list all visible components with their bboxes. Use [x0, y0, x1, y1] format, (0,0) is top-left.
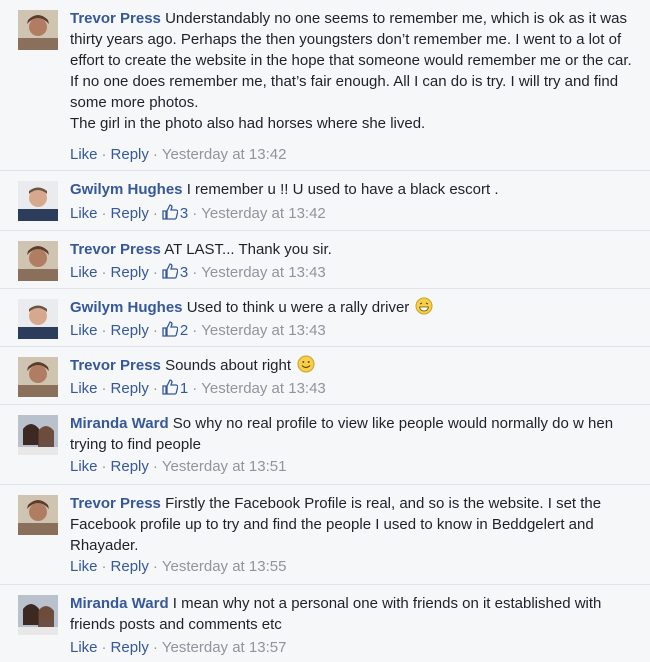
reaction-count[interactable]: 2	[162, 321, 188, 339]
reply-link[interactable]: Reply	[111, 146, 149, 163]
avatar[interactable]	[18, 241, 58, 281]
comment-body: Trevor Press Understandably no one seems…	[70, 8, 640, 134]
like-link[interactable]: Like	[70, 458, 98, 475]
timestamp[interactable]: Yesterday at 13:42	[162, 146, 287, 163]
timestamp[interactable]: Yesterday at 13:51	[162, 458, 287, 475]
thumbs-up-icon	[162, 321, 178, 337]
comment-author[interactable]: Trevor Press	[70, 241, 161, 258]
like-link[interactable]: Like	[70, 322, 98, 339]
avatar[interactable]	[18, 10, 58, 50]
comment-text: I remember u !! U used to have a black e…	[186, 181, 499, 198]
comment-text: Sounds about right	[165, 357, 292, 374]
like-link[interactable]: Like	[70, 380, 98, 397]
reaction-count[interactable]: 1	[162, 379, 188, 397]
comment-author[interactable]: Trevor Press	[70, 495, 161, 512]
avatar[interactable]	[18, 595, 58, 635]
avatar[interactable]	[18, 299, 58, 339]
timestamp[interactable]: Yesterday at 13:43	[201, 264, 326, 281]
comment: Trevor Press AT LAST... Thank you sir. L…	[0, 230, 650, 288]
comment-body: Gwilym Hughes I remember u !! U used to …	[70, 179, 640, 200]
comment-author[interactable]: Trevor Press	[70, 10, 161, 27]
reply-link[interactable]: Reply	[111, 380, 149, 397]
comment-actions: Like · Reply · 2 · Yesterday at 13:43	[70, 321, 326, 339]
comment: Gwilym Hughes I remember u !! U used to …	[0, 170, 650, 230]
comment-thread: Trevor Press Understandably no one seems…	[0, 0, 650, 662]
comment-actions: Like · Reply · 3 · Yesterday at 13:42	[70, 204, 326, 222]
thumbs-up-icon	[162, 204, 178, 220]
comment: Trevor Press Firstly the Facebook Profil…	[0, 484, 650, 584]
grin-emoji-icon	[415, 297, 433, 315]
smile-emoji-icon	[297, 355, 315, 373]
avatar[interactable]	[18, 495, 58, 535]
comment: Trevor Press Understandably no one seems…	[0, 0, 650, 170]
like-link[interactable]: Like	[70, 639, 98, 656]
comment-text-line: The girl in the photo also had horses wh…	[70, 115, 426, 132]
comment-body: Trevor Press AT LAST... Thank you sir.	[70, 239, 640, 260]
reply-link[interactable]: Reply	[111, 205, 149, 222]
reply-link[interactable]: Reply	[111, 639, 149, 656]
comment-actions: Like · Reply · Yesterday at 13:42	[70, 146, 287, 163]
reply-link[interactable]: Reply	[111, 322, 149, 339]
comment-author[interactable]: Miranda Ward	[70, 415, 169, 432]
comment-actions: Like · Reply · 1 · Yesterday at 13:43	[70, 379, 326, 397]
like-link[interactable]: Like	[70, 264, 98, 281]
comment-body: Miranda Ward So why no real profile to v…	[70, 413, 640, 455]
reply-link[interactable]: Reply	[111, 458, 149, 475]
comment-body: Miranda Ward I mean why not a personal o…	[70, 593, 640, 635]
reaction-count[interactable]: 3	[162, 263, 188, 281]
avatar[interactable]	[18, 357, 58, 397]
reply-link[interactable]: Reply	[111, 264, 149, 281]
comment-body: Trevor Press Firstly the Facebook Profil…	[70, 493, 640, 556]
comment: Gwilym Hughes Used to think u were a ral…	[0, 288, 650, 346]
comment-author[interactable]: Trevor Press	[70, 357, 161, 374]
thumbs-up-icon	[162, 379, 178, 395]
comment-author[interactable]: Miranda Ward	[70, 595, 169, 612]
comment-body: Trevor Press Sounds about right	[70, 355, 640, 376]
like-link[interactable]: Like	[70, 205, 98, 222]
like-link[interactable]: Like	[70, 558, 98, 575]
comment: Miranda Ward I mean why not a personal o…	[0, 584, 650, 662]
reply-link[interactable]: Reply	[111, 558, 149, 575]
reaction-count[interactable]: 3	[162, 204, 188, 222]
avatar[interactable]	[18, 415, 58, 455]
comment-actions: Like · Reply · Yesterday at 13:57	[70, 639, 287, 656]
comment: Trevor Press Sounds about right Like · Rep…	[0, 346, 650, 404]
comment: Miranda Ward So why no real profile to v…	[0, 404, 650, 484]
comment-actions: Like · Reply · Yesterday at 13:51	[70, 458, 287, 475]
timestamp[interactable]: Yesterday at 13:43	[201, 322, 326, 339]
timestamp[interactable]: Yesterday at 13:42	[201, 205, 326, 222]
comment-author[interactable]: Gwilym Hughes	[70, 299, 183, 316]
timestamp[interactable]: Yesterday at 13:43	[201, 380, 326, 397]
timestamp[interactable]: Yesterday at 13:55	[162, 558, 287, 575]
comment-actions: Like · Reply · 3 · Yesterday at 13:43	[70, 263, 326, 281]
thumbs-up-icon	[162, 263, 178, 279]
comment-text: Used to think u were a rally driver	[186, 299, 410, 316]
timestamp[interactable]: Yesterday at 13:57	[162, 639, 287, 656]
comment-actions: Like · Reply · Yesterday at 13:55	[70, 558, 287, 575]
comment-author[interactable]: Gwilym Hughes	[70, 181, 183, 198]
comment-body: Gwilym Hughes Used to think u were a ral…	[70, 297, 640, 318]
comment-text: AT LAST... Thank you sir.	[164, 241, 332, 258]
avatar[interactable]	[18, 181, 58, 221]
like-link[interactable]: Like	[70, 146, 98, 163]
